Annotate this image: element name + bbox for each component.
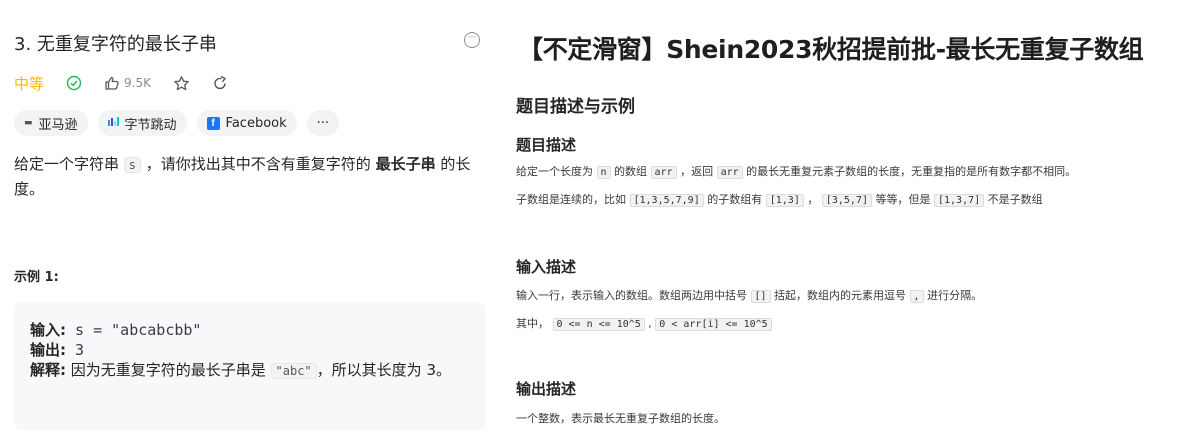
input-heading: 输入描述 bbox=[516, 258, 577, 276]
output-label: 输出: bbox=[30, 341, 66, 359]
code: , bbox=[909, 290, 924, 303]
output-value: 3 bbox=[66, 341, 85, 359]
desc-bold: 最长子串 bbox=[375, 155, 436, 173]
example-heading: 示例 1: bbox=[14, 270, 59, 285]
tag-bytedance[interactable]: 字节跳动 bbox=[97, 110, 187, 136]
amazon-logo-icon: ▬ bbox=[24, 118, 33, 128]
ellipsis-circle-icon[interactable]: ··· bbox=[464, 32, 480, 48]
code: [] bbox=[750, 290, 771, 303]
desc-text: ，请你找出其中不含有重复字符的 bbox=[141, 155, 376, 173]
input-value: s = "abcabcbb" bbox=[66, 321, 202, 339]
text: 子数组是连续的，比如 bbox=[516, 193, 630, 206]
more-tags-button[interactable]: ··· bbox=[306, 110, 340, 136]
text: 其中， bbox=[516, 317, 553, 330]
text: 不是子数组 bbox=[984, 193, 1043, 206]
input-line-2: 其中， 0 <= n <= 10^5 , 0 < arr[i] <= 10^5 bbox=[516, 315, 772, 331]
favorite-button[interactable] bbox=[173, 75, 190, 92]
likes-count: 9.5K bbox=[124, 76, 151, 90]
problem-description: 给定一个字符串 s ，请你找出其中不含有重复字符的 最长子串 的长度。 bbox=[14, 152, 484, 201]
code: 0 < arr[i] <= 10^5 bbox=[655, 318, 772, 331]
example-block: 输入: s = "abcabcbb" 输出: 3 解释: 因为无重复字符的最长子… bbox=[14, 302, 486, 430]
tag-label: 亚马逊 bbox=[38, 117, 78, 133]
explain-text: 因为无重复字符的最长子串是 bbox=[66, 361, 271, 379]
output-heading: 输出描述 bbox=[516, 380, 577, 398]
desc-line-2: 子数组是连续的，比如 [1,3,5,7,9] 的子数组有 [1,3] ， [3,… bbox=[516, 191, 1043, 207]
company-tags: ▬ 亚马逊 字节跳动 f Facebook ··· bbox=[14, 110, 340, 136]
text: ，返回 bbox=[676, 165, 717, 178]
explain-label: 解释: bbox=[30, 361, 66, 379]
tag-amazon[interactable]: ▬ 亚马逊 bbox=[14, 110, 88, 136]
code: arr bbox=[650, 166, 677, 179]
desc-line-1: 给定一个长度为 n 的数组 arr ，返回 arr 的最长无重复元素子数组的长度… bbox=[516, 163, 1076, 179]
thumbs-up-icon bbox=[105, 76, 119, 90]
share-button[interactable] bbox=[212, 75, 228, 91]
input-line-1: 输入一行，表示输入的数组。数组两边用中括号 [] 括起，数组内的元素用逗号 , … bbox=[516, 287, 982, 303]
text: 的最长无重复元素子数组的长度，无重复指的是所有数字都不相同。 bbox=[742, 165, 1077, 178]
code: arr bbox=[716, 166, 743, 179]
desc-heading: 题目描述 bbox=[516, 136, 577, 154]
leetcode-problem-panel: 3. 无重复字符的最长子串 ··· 中等 9.5K ▬ 亚马逊 字节跳动 f F… bbox=[0, 0, 500, 437]
facebook-logo-icon: f bbox=[206, 116, 220, 130]
text: 给定一个长度为 bbox=[516, 165, 597, 178]
input-label: 输入: bbox=[30, 321, 66, 339]
solved-check-icon bbox=[66, 75, 82, 91]
desc-code: s bbox=[123, 157, 142, 173]
tag-facebook[interactable]: f Facebook bbox=[196, 110, 297, 136]
code: n bbox=[596, 166, 611, 179]
desc-text: 给定一个字符串 bbox=[14, 155, 124, 173]
output-line: 一个整数，表示最长无重复子数组的长度。 bbox=[516, 412, 725, 425]
text: ， bbox=[803, 193, 822, 206]
problem-title[interactable]: 3. 无重复字符的最长子串 bbox=[14, 34, 217, 55]
code: [3,5,7] bbox=[821, 194, 872, 207]
article-panel: 【不定滑窗】Shein2023秋招提前批-最长无重复子数组 题目描述与示例 题目… bbox=[500, 0, 1192, 437]
tag-label: 字节跳动 bbox=[124, 117, 177, 133]
code: [1,3,5,7,9] bbox=[629, 194, 704, 207]
problem-title-row: 3. 无重复字符的最长子串 ··· bbox=[14, 30, 484, 56]
text: , bbox=[644, 317, 656, 330]
article-title: 【不定滑窗】Shein2023秋招提前批-最长无重复子数组 bbox=[518, 35, 1144, 64]
text: 等等，但是 bbox=[872, 193, 934, 206]
star-icon bbox=[174, 75, 189, 90]
share-icon bbox=[214, 75, 227, 90]
text: 的数组 bbox=[610, 165, 651, 178]
problem-meta-row: 中等 9.5K bbox=[14, 72, 228, 94]
code: [1,3,7] bbox=[934, 194, 985, 207]
code: 0 <= n <= 10^5 bbox=[552, 318, 645, 331]
explain-code: "abc" bbox=[270, 363, 317, 379]
example-explain-line: 解释: 因为无重复字符的最长子串是 "abc" ，所以其长度为 3。 bbox=[30, 360, 470, 381]
explain-text: ，所以其长度为 3。 bbox=[316, 361, 451, 379]
like-button[interactable]: 9.5K bbox=[104, 75, 151, 91]
code: [1,3] bbox=[765, 194, 804, 207]
tag-label: Facebook bbox=[225, 115, 287, 131]
text: 输入一行，表示输入的数组。数组两边用中括号 bbox=[516, 289, 751, 302]
example-output-line: 输出: 3 bbox=[30, 340, 470, 360]
section-heading: 题目描述与示例 bbox=[516, 97, 635, 117]
difficulty-badge: 中等 bbox=[14, 74, 45, 93]
text: 的子数组有 bbox=[703, 193, 766, 206]
text: 括起，数组内的元素用逗号 bbox=[770, 289, 910, 302]
bytedance-logo-icon bbox=[107, 116, 119, 131]
example-input-line: 输入: s = "abcabcbb" bbox=[30, 320, 470, 340]
text: 进行分隔。 bbox=[923, 289, 983, 302]
